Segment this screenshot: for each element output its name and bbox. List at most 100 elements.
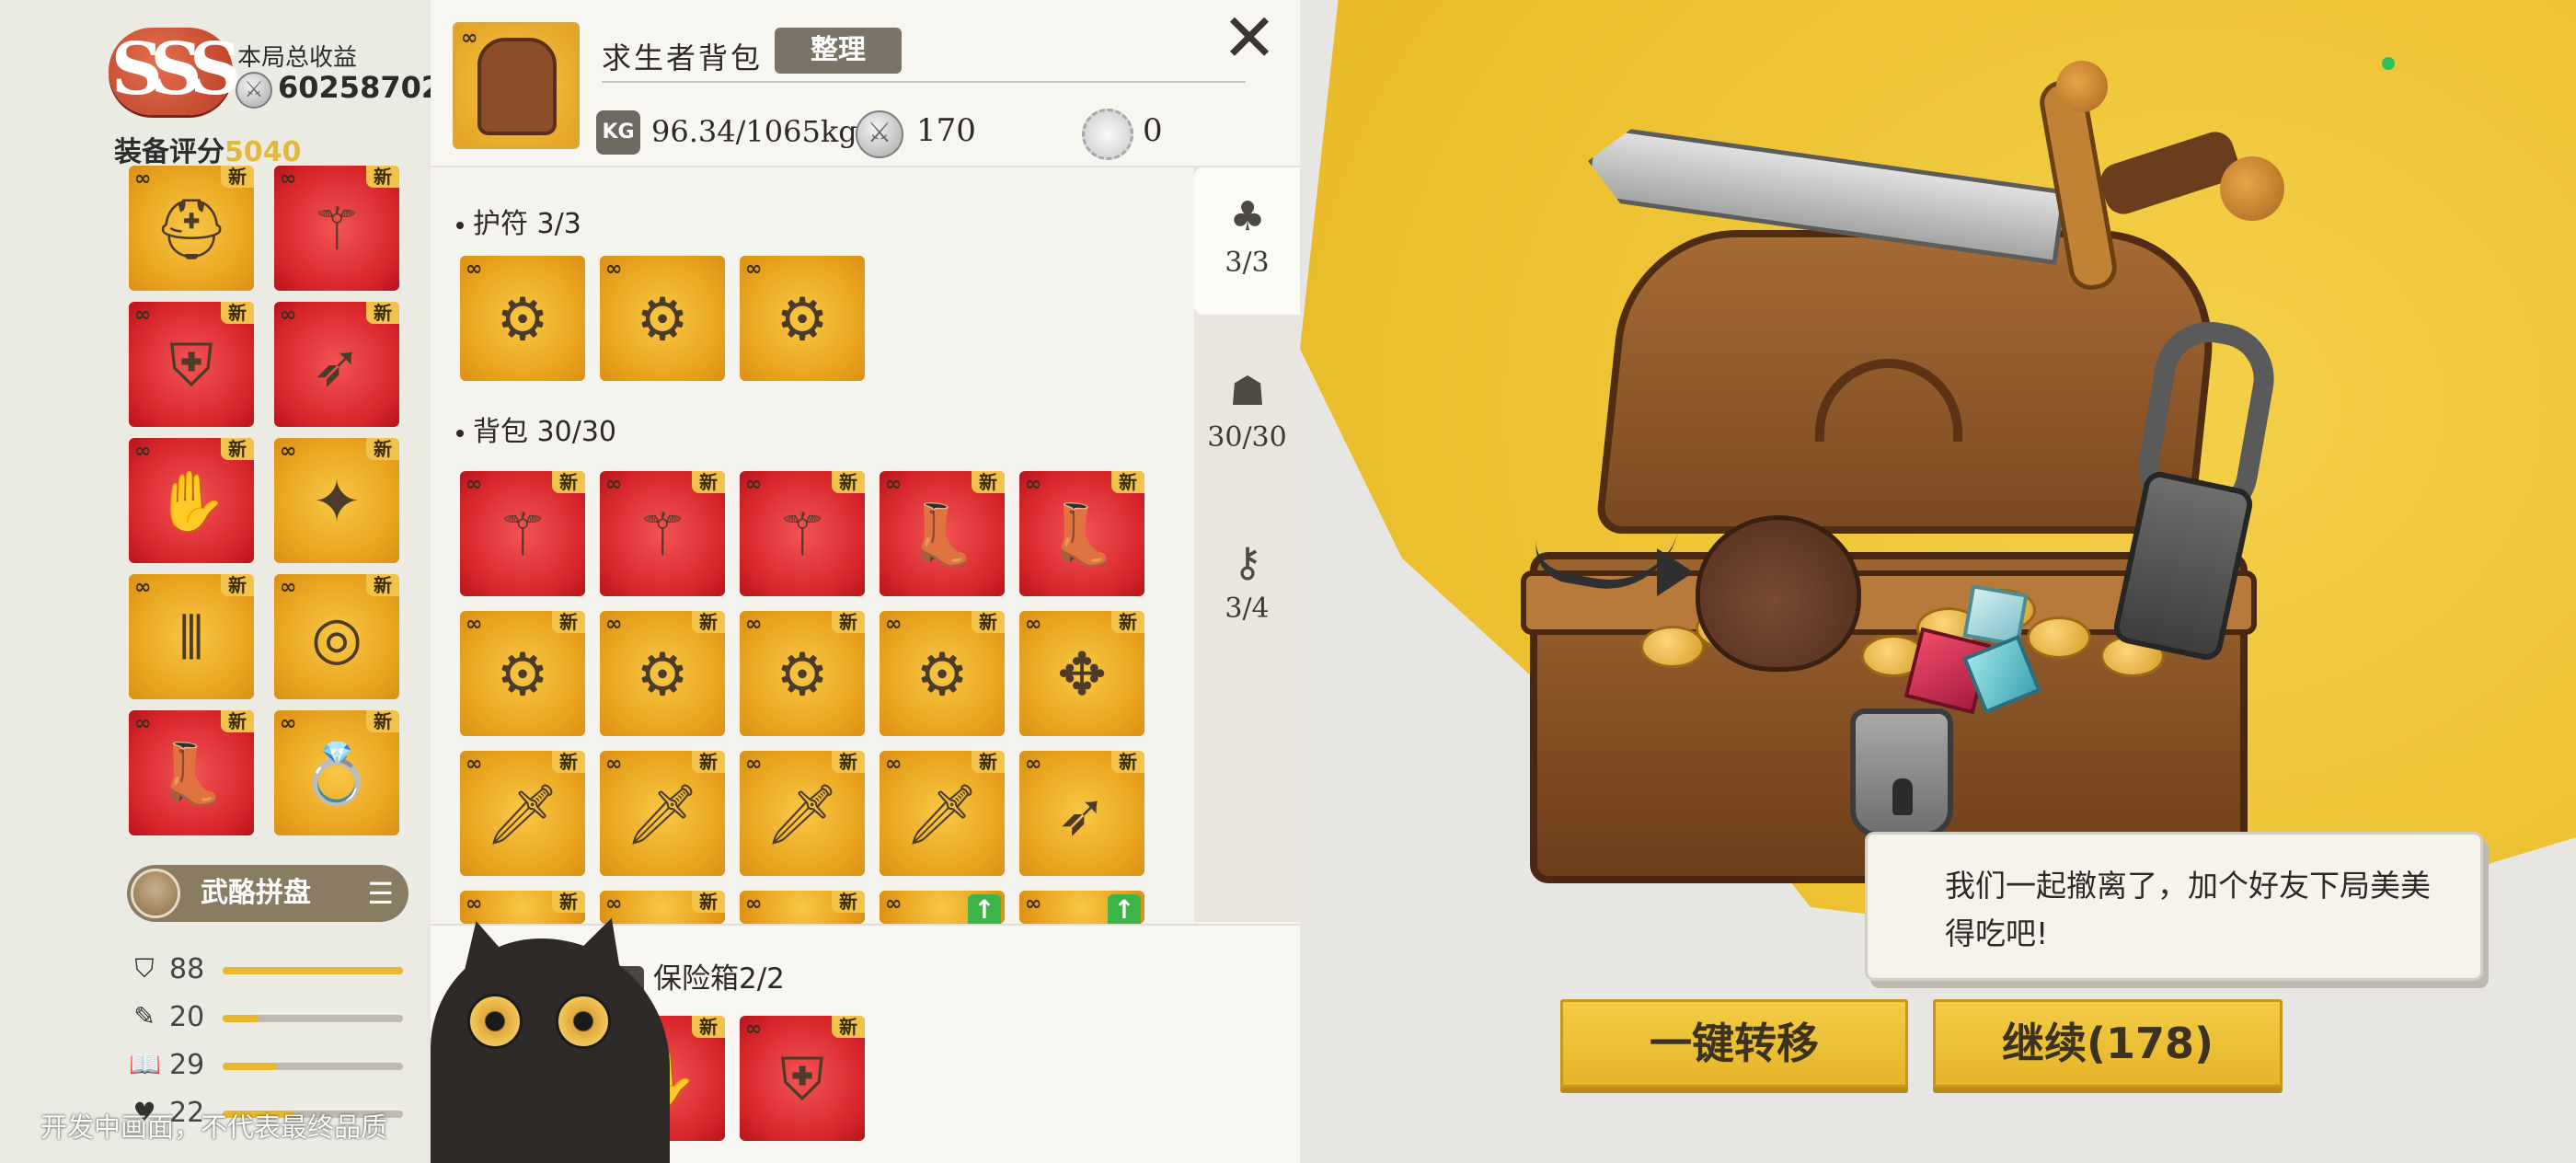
link-icon: ∞ (466, 473, 483, 496)
backpack-thumbnail: ∞ (453, 22, 580, 149)
new-badge: 新 (221, 166, 254, 188)
backpack-section-title: 背包 30/30 (456, 409, 616, 449)
item-slot[interactable]: ∞新🗡 (740, 891, 865, 924)
item-slot[interactable]: ∞新🗡 (600, 891, 725, 924)
new-badge: 新 (1111, 611, 1144, 633)
item-slot[interactable]: ∞ 新 ⛨ (129, 302, 254, 427)
item-slot[interactable]: ∞ 新 ⚙ (880, 611, 1005, 736)
item-slot[interactable]: ∞ 新 👢 (1019, 471, 1144, 596)
link-icon: ∞ (885, 473, 903, 496)
new-badge: 新 (692, 891, 725, 913)
item-slot[interactable]: ∞ 新 ✋ (129, 438, 254, 563)
spear-icon: ⚚ (310, 196, 363, 264)
dagger-icon: 🗡 (765, 781, 840, 849)
item-slot[interactable]: ∞🗡↑ (880, 891, 1005, 924)
item-slot[interactable]: ∞ 新 ➶ (274, 302, 399, 427)
stat-value: 88 (169, 953, 205, 985)
link-icon: ∞ (466, 258, 483, 281)
armor-icon: ⛨ (169, 332, 213, 400)
item-slot[interactable]: ∞ 新 ⛨ (740, 1016, 865, 1141)
item-slot[interactable]: ∞ 新 ➶ (1019, 751, 1144, 876)
tab-key[interactable]: ⚷ 3/4 (1194, 513, 1300, 661)
earn-label: 本局总收益 (237, 44, 358, 72)
close-button[interactable]: ✕ (1217, 5, 1282, 71)
stat-fill (223, 1063, 277, 1070)
item-slot[interactable]: ∞新🗡 (740, 751, 865, 876)
item-slot[interactable]: ∞ 新 ⚙ (600, 611, 725, 736)
item-slot[interactable]: ∞ 新 ⚚ (740, 471, 865, 596)
clover-icon: ♣ (1229, 193, 1266, 240)
new-badge: 新 (552, 611, 585, 633)
tab-backpack[interactable]: ☗ 30/30 (1194, 342, 1300, 489)
equipment-panel: SSS 本局总收益 ⚔ 60258702 装备评分5040 ∞ 新 ⛑ ∞ 新 ⚚ ∞ 新 ⛨ ∞… (0, 0, 442, 1163)
equip-score: 装备评分5040 (114, 129, 302, 169)
item-slot[interactable]: ∞ 新 ◎ (274, 574, 399, 699)
link-icon: ∞ (1025, 473, 1042, 496)
link-icon: ∞ (745, 1018, 763, 1041)
item-slot[interactable]: ∞新🗡 (460, 891, 585, 924)
new-badge: 新 (972, 611, 1005, 633)
winged-boots-icon: 👢 (155, 741, 228, 809)
armor-icon: ⛨ (780, 1046, 824, 1114)
tab-amulet[interactable]: ♣ 3/3 (1194, 167, 1300, 315)
backpack-icon: ☗ (1229, 368, 1266, 415)
key-icon: ⚷ (1232, 539, 1263, 586)
item-slot[interactable]: ∞ ⚙ (740, 256, 865, 381)
item-slot[interactable]: ∞ 新 ⚚ (460, 471, 585, 596)
item-slot[interactable]: ∞ 新 👢 (129, 710, 254, 835)
amulet-icon: ⚙ (496, 641, 549, 709)
item-slot[interactable]: ∞ 新 ✥ (1019, 611, 1144, 736)
bracelet-icon: ◎ (311, 605, 362, 673)
link-icon: ∞ (134, 304, 152, 327)
item-slot[interactable]: ∞ 新 ⚚ (274, 166, 399, 291)
item-slot[interactable]: ∞新🗡 (460, 751, 585, 876)
stat-bar (223, 1063, 403, 1070)
purple-gauntlet-icon: ✋ (155, 468, 228, 536)
item-slot[interactable]: ∞ 新 ⫴ (129, 574, 254, 699)
coin (1640, 626, 1705, 668)
puzzle-button[interactable]: 武酪拼盘 ☰ (127, 865, 408, 922)
item-slot[interactable]: ∞ 新 ⚚ (600, 471, 725, 596)
amulet-icon: ⚙ (636, 641, 689, 709)
new-badge: 新 (366, 574, 399, 596)
coin-icon: ⚔ (856, 110, 903, 158)
item-slot[interactable]: ∞ 新 ⚙ (740, 611, 865, 736)
backpack-panel: ∞ 求生者背包 整理 ✕ KG 96.34/1065kg ⚔ 170 0 护符 … (431, 0, 1300, 1163)
item-slot[interactable]: ∞ 新 👢 (880, 471, 1005, 596)
treasure-scene: 我们一起撤离了，加个好友下局美美得吃吧! 一键转移 继续(178) (1300, 0, 2576, 1163)
item-slot[interactable]: ∞ ⚙ (460, 256, 585, 381)
backpack-header: ∞ 求生者背包 整理 ✕ KG 96.34/1065kg ⚔ 170 0 (431, 0, 1300, 167)
item-slot[interactable]: ∞新🗡 (600, 751, 725, 876)
link-icon: ∞ (280, 440, 297, 463)
link-icon: ∞ (466, 892, 483, 915)
new-badge: 新 (366, 302, 399, 324)
item-slot[interactable]: ∞ ⚙ (600, 256, 725, 381)
continue-button[interactable]: 继续(178) (1933, 999, 2283, 1088)
link-icon: ∞ (1025, 613, 1042, 636)
sword-top (2056, 61, 2108, 112)
item-slot[interactable]: ∞🗡↑ (1019, 891, 1144, 924)
padlock-icon (1850, 708, 1953, 837)
sort-button[interactable]: 整理 (775, 28, 902, 74)
earn-value: 60258702 (278, 70, 443, 105)
transfer-all-button[interactable]: 一键转移 (1560, 999, 1908, 1088)
item-slot[interactable]: ∞ 新 💍 (274, 710, 399, 835)
link-icon: ∞ (605, 473, 623, 496)
new-badge: 新 (832, 1016, 865, 1038)
new-badge: 新 (552, 471, 585, 493)
new-badge: 新 (221, 710, 254, 732)
score-value: 5040 (224, 136, 302, 168)
new-badge: 新 (832, 611, 865, 633)
item-slot[interactable]: ∞ 新 ⛑ (129, 166, 254, 291)
item-slot[interactable]: ∞ 新 ✦ (274, 438, 399, 563)
link-icon: ∞ (280, 712, 297, 735)
item-slot[interactable]: ∞新🗡 (880, 751, 1005, 876)
backpack-icon (477, 38, 557, 135)
upgrade-arrow-icon: ↑ (1108, 894, 1141, 924)
coin-icon: ⚔ (236, 72, 272, 109)
sword-pommel (2220, 156, 2284, 221)
puzzle-label: 武酪拼盘 (201, 877, 311, 909)
new-badge: 新 (366, 166, 399, 188)
link-icon: ∞ (466, 613, 483, 636)
item-slot[interactable]: ∞ 新 ⚙ (460, 611, 585, 736)
